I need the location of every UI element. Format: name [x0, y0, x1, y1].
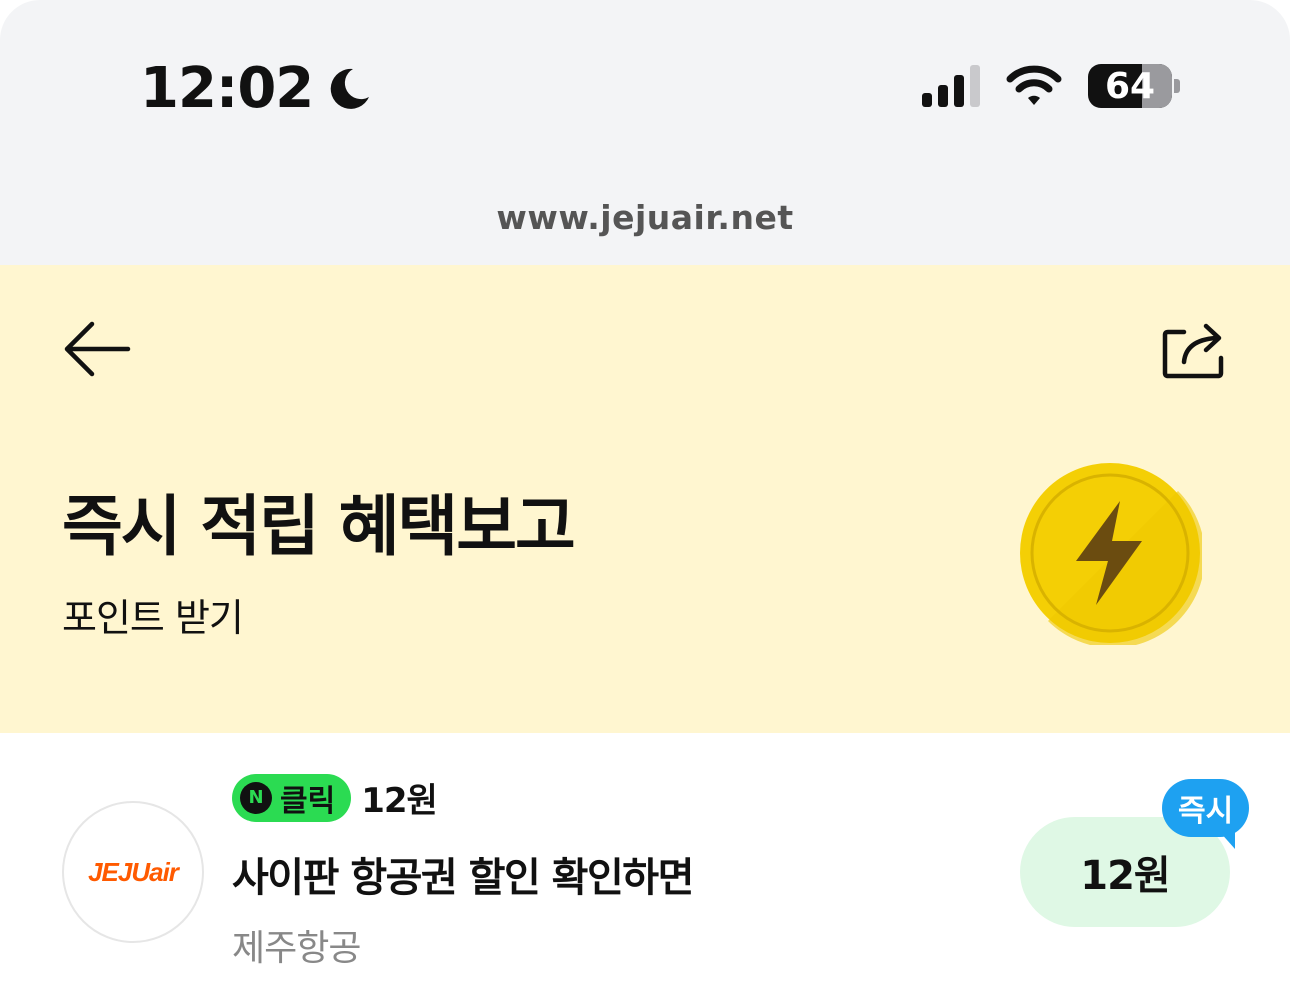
offer-title: 사이판 항공권 할인 확인하면 — [232, 855, 694, 901]
status-bar: 12:02 64 www.jejuair.net — [0, 0, 1290, 265]
moon-icon — [330, 68, 370, 109]
instant-label: 즉시 — [1178, 794, 1234, 829]
share-icon[interactable] — [1160, 318, 1226, 380]
click-badge-label: 클릭 — [280, 783, 336, 819]
naver-n-icon: N — [240, 781, 272, 814]
battery-level: 64 — [1104, 65, 1156, 107]
reward-amount: 12원 — [1080, 853, 1170, 899]
advertiser-name: 제주항공 — [232, 928, 361, 969]
lightning-coin-icon — [1020, 463, 1202, 645]
hero-title: 즉시 적립 혜택보고 — [62, 488, 576, 565]
click-badge: N 클릭 — [232, 773, 352, 822]
status-icons: 64 — [922, 64, 1180, 108]
battery-icon: 64 — [1088, 64, 1172, 108]
advertiser-logo: JEJUair — [62, 801, 204, 943]
url-bar[interactable]: www.jejuair.net — [0, 198, 1290, 237]
logo-text: JEJUair — [88, 856, 179, 887]
offer-tagline: N 클릭 12원 — [232, 773, 438, 822]
status-time: 12:02 — [140, 56, 375, 121]
hero-banner: 즉시 적립 혜택보고 포인트 받기 — [0, 265, 1290, 733]
signal-icon — [922, 65, 980, 107]
instant-badge: 즉시 — [1162, 779, 1250, 849]
badge-amount: 12원 — [361, 781, 438, 821]
time-text: 12:02 — [140, 56, 314, 121]
offer-row[interactable]: JEJUair N 클릭 12원 사이판 항공권 할인 확인하면 제주항공 12… — [0, 733, 1290, 994]
hero-subtitle: 포인트 받기 — [62, 596, 244, 640]
back-arrow-icon[interactable] — [60, 318, 134, 380]
wifi-icon — [1006, 65, 1062, 105]
